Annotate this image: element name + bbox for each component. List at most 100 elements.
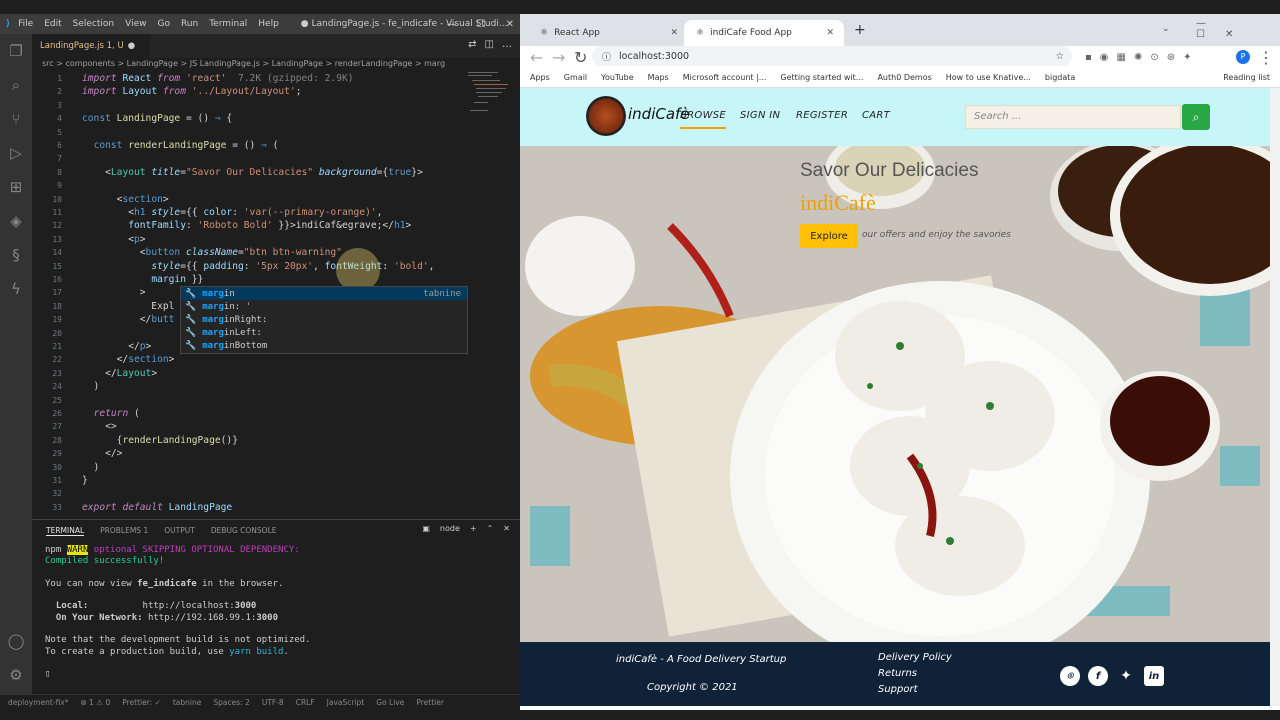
- code-line[interactable]: ): [82, 461, 100, 474]
- bookmark-star-icon[interactable]: ☆: [1055, 51, 1064, 62]
- nav-register[interactable]: REGISTER: [796, 110, 848, 121]
- menu-item[interactable]: Edit: [44, 19, 61, 29]
- suggestion-item[interactable]: 🔧 marg inLeft:: [181, 327, 467, 340]
- status-item[interactable]: tabnine: [173, 698, 202, 707]
- forward-icon[interactable]: →: [552, 48, 565, 67]
- settings-gear-icon[interactable]: ⚙: [0, 658, 32, 692]
- menu-item[interactable]: Selection: [73, 19, 114, 29]
- code-line[interactable]: {renderLandingPage()}: [82, 434, 238, 447]
- code-line[interactable]: <button className="btn btn-warning": [82, 246, 342, 259]
- autocomplete-suggestions[interactable]: 🔧 marg in tabnine 🔧 marg in: ' 🔧 marg inRight: 🔧 ma…: [180, 286, 468, 354]
- profile-avatar[interactable]: P: [1236, 50, 1250, 64]
- reload-icon[interactable]: ↻: [574, 48, 587, 67]
- code-line[interactable]: <h1 style={{ color: 'var(--primary-orang…: [82, 206, 382, 219]
- code-line[interactable]: </butt: [82, 313, 175, 326]
- bookmark-item[interactable]: Reading list: [1223, 73, 1270, 82]
- site-search-input[interactable]: Search ...: [965, 105, 1181, 129]
- bookmark-item[interactable]: Getting started wit...: [780, 73, 863, 82]
- menu-item[interactable]: Run: [181, 19, 198, 29]
- panel-tab[interactable]: TERMINAL: [46, 526, 85, 536]
- footer-link-support[interactable]: Support: [878, 682, 952, 698]
- nav-browse[interactable]: BROWSE: [680, 110, 727, 129]
- facebook-icon[interactable]: f: [1088, 666, 1108, 686]
- code-line[interactable]: <p>: [82, 233, 145, 246]
- code-line[interactable]: </Layout>: [82, 367, 157, 380]
- code-line[interactable]: }: [82, 474, 88, 487]
- maximize-icon[interactable]: ☐: [477, 19, 486, 30]
- status-item[interactable]: ⊗ 1 ⚠ 0: [80, 698, 110, 707]
- code-line[interactable]: fontFamily: 'Roboto Bold' }}>indiCaf&egr…: [82, 219, 411, 232]
- status-item[interactable]: Go Live: [376, 698, 404, 707]
- site-search-button[interactable]: ⌕: [1182, 104, 1210, 130]
- close-tab-icon[interactable]: ✕: [826, 28, 834, 38]
- new-terminal-icon[interactable]: +: [470, 524, 477, 533]
- code-line[interactable]: const LandingPage = () ⇒ {: [82, 112, 232, 125]
- nav-sign-in[interactable]: SIGN IN: [740, 110, 780, 121]
- source-control-icon[interactable]: ⑂: [0, 102, 32, 136]
- github-icon[interactable]: ⌾: [1060, 666, 1080, 686]
- nav-cart[interactable]: CART: [862, 110, 890, 121]
- code-line[interactable]: style={{ padding: '5px 20px', fontWeight…: [82, 260, 434, 273]
- extensions-icon[interactable]: ⊞: [0, 170, 32, 204]
- footer-link-returns[interactable]: Returns: [878, 666, 952, 682]
- live-share-icon[interactable]: ϟ: [0, 272, 32, 306]
- run-debug-icon[interactable]: ▷: [0, 136, 32, 170]
- suggestion-item[interactable]: 🔧 marg inRight:: [181, 313, 467, 326]
- code-line[interactable]: <Layout title="Savor Our Delicacies" bac…: [82, 166, 423, 179]
- linkedin-icon[interactable]: in: [1144, 666, 1164, 686]
- more-actions-icon[interactable]: …: [502, 39, 512, 50]
- status-item[interactable]: deployment-fix*: [8, 698, 68, 707]
- menu-item[interactable]: Terminal: [209, 19, 247, 29]
- explore-button[interactable]: Explore: [800, 224, 858, 248]
- back-icon[interactable]: ←: [530, 48, 543, 67]
- split-editor-icon[interactable]: ◫: [485, 39, 494, 50]
- site-logo[interactable]: [586, 96, 626, 136]
- bookmark-item[interactable]: Maps: [648, 73, 669, 82]
- minimize-icon[interactable]: —: [447, 19, 457, 30]
- browser-tab-react-app[interactable]: ⚛ React App ✕: [528, 20, 688, 46]
- minimap[interactable]: [468, 70, 512, 120]
- chevron-up-icon[interactable]: ⌃: [487, 524, 494, 533]
- menu-item[interactable]: Go: [157, 19, 169, 29]
- suggestion-item[interactable]: 🔧 marg in tabnine: [181, 287, 467, 301]
- page-scrollbar[interactable]: [1270, 88, 1280, 706]
- menu-dots-icon[interactable]: ⋮: [1258, 48, 1274, 67]
- extensions-icons[interactable]: ▪◉▦✺⊙⊛✦: [1085, 52, 1199, 63]
- code-line[interactable]: <>: [82, 420, 117, 433]
- suggestion-item[interactable]: 🔧 marg inBottom: [181, 340, 467, 353]
- close-panel-icon[interactable]: ✕: [503, 524, 510, 533]
- browser-tab-indicafe[interactable]: ⚛ indiCafe Food App ✕: [684, 20, 844, 46]
- status-item[interactable]: UTF-8: [262, 698, 284, 707]
- status-item[interactable]: CRLF: [296, 698, 315, 707]
- bookmark-item[interactable]: bigdata: [1045, 73, 1075, 82]
- remote-icon[interactable]: §: [0, 238, 32, 272]
- unsaved-dot-icon[interactable]: ●: [128, 41, 135, 51]
- tab-search-icon[interactable]: ⌄: [1162, 24, 1170, 34]
- bookmark-item[interactable]: Gmail: [564, 73, 587, 82]
- suggestion-item[interactable]: 🔧 marg in: ': [181, 300, 467, 313]
- code-line[interactable]: >: [82, 286, 146, 299]
- explorer-icon[interactable]: ❐: [0, 34, 32, 68]
- new-tab-icon[interactable]: +: [854, 22, 866, 38]
- status-item[interactable]: Prettier: [416, 698, 444, 707]
- code-line[interactable]: <section>: [82, 193, 169, 206]
- code-line[interactable]: margin }}: [82, 273, 203, 286]
- compare-icon[interactable]: ⇄: [468, 39, 476, 50]
- code-line[interactable]: ): [82, 380, 100, 393]
- search-icon[interactable]: ⌕: [0, 68, 32, 102]
- code-line[interactable]: </>: [82, 447, 122, 460]
- close-icon[interactable]: ✕: [506, 19, 514, 30]
- code-line[interactable]: const renderLandingPage = () ⇒ (: [82, 139, 279, 152]
- status-item[interactable]: Prettier: ✓: [122, 698, 161, 707]
- bookmark-item[interactable]: YouTube: [601, 73, 634, 82]
- address-bar[interactable]: ⓘ localhost:3000 ☆: [592, 46, 1072, 66]
- code-line[interactable]: import React from 'react' 7.2K (gzipped:…: [82, 72, 354, 85]
- bookmark-item[interactable]: How to use Knative...: [946, 73, 1031, 82]
- code-line[interactable]: import Layout from '../Layout/Layout';: [82, 85, 302, 98]
- close-tab-icon[interactable]: ✕: [670, 28, 678, 38]
- bookmark-item[interactable]: Apps: [530, 73, 550, 82]
- account-icon[interactable]: ◯: [0, 624, 32, 658]
- status-item[interactable]: Spaces: 2: [213, 698, 249, 707]
- code-line[interactable]: return (: [82, 407, 140, 420]
- docker-icon[interactable]: ◈: [0, 204, 32, 238]
